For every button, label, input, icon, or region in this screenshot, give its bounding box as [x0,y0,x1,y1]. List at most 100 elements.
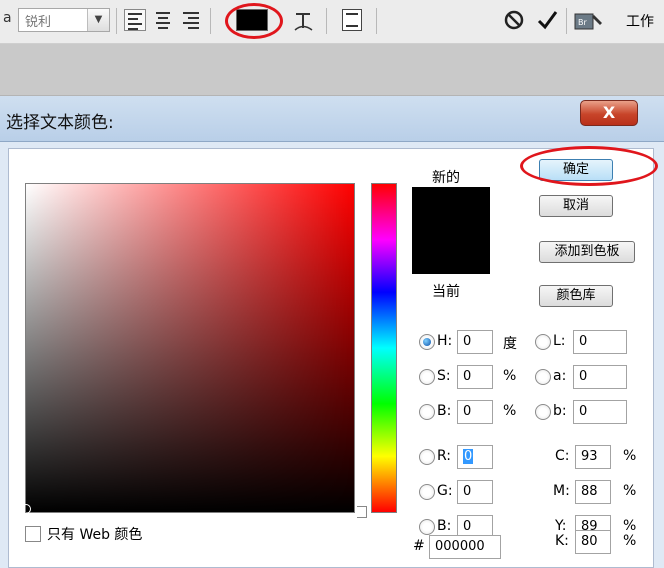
saturation-label: S: [437,368,451,384]
black-unit: % [623,533,637,549]
lightness-value: 0 [579,334,588,349]
brightness-label: B: [437,403,452,419]
antialias-value: 锐利 [25,15,52,30]
dialog-body: 只有 Web 颜色 新的 当前 确定 取消 添加到色板 颜色库 H: 0 度 S… [8,148,654,568]
panel-icon [346,13,358,27]
magenta-label: M: [553,483,570,499]
current-color-preview[interactable] [412,231,490,274]
hex-value: 000000 [435,539,485,554]
brightness-value: 0 [463,404,472,419]
blue-label: B: [437,518,452,534]
b-channel-field[interactable]: 0 [573,400,627,424]
hue-unit: 度 [503,336,517,352]
commit-edit-button[interactable] [536,9,558,31]
align-center-button[interactable] [152,9,174,31]
chevron-down-icon[interactable]: ▼ [87,9,109,31]
saturation-value: 0 [463,369,472,384]
dialog-titlebar[interactable]: 选择文本颜色: X [0,96,664,142]
radio-lightness[interactable] [535,334,551,350]
close-button[interactable]: X [580,100,638,126]
toolbar-divider [116,8,117,34]
hue-label: H: [437,333,453,349]
align-left-button[interactable] [124,9,146,31]
radio-hue[interactable] [419,334,435,350]
red-field[interactable]: 0 [457,445,493,469]
bridge-button[interactable]: Br [574,9,604,33]
black-value: 80 [581,534,598,549]
radio-green[interactable] [419,484,435,500]
toolbar-divider [376,8,377,34]
ok-highlight-ellipse [520,146,658,186]
black-field[interactable]: 80 [575,530,611,554]
warp-text-button[interactable] [292,8,316,34]
hue-value: 0 [463,334,472,349]
a-channel-label: a: [553,368,567,384]
saturation-unit: % [503,368,517,384]
lightness-field[interactable]: 0 [573,330,627,354]
a-channel-value: 0 [579,369,588,384]
green-label: G: [437,483,453,499]
b-channel-label: b: [553,403,567,419]
brightness-unit: % [503,403,517,419]
align-right-icon [180,12,202,29]
hue-slider[interactable] [371,183,397,513]
new-color-preview [412,187,490,231]
add-to-swatches-button[interactable]: 添加到色板 [539,241,635,263]
panel-gap [0,44,664,96]
svg-text:Br: Br [578,18,587,27]
magenta-field[interactable]: 88 [575,480,611,504]
character-panel-button[interactable] [342,9,362,31]
brightness-field[interactable]: 0 [457,400,493,424]
cancel-button[interactable]: 取消 [539,195,613,217]
bridge-icon: Br [574,13,602,30]
hex-label: # [413,538,425,554]
web-colors-only-label: 只有 Web 颜色 [47,527,143,543]
hue-handle-outline [357,506,367,518]
radio-blue[interactable] [419,519,435,535]
radio-red[interactable] [419,449,435,465]
toolbar-divider [210,8,211,34]
dialog-title: 选择文本颜色: [6,113,114,133]
yellow-unit: % [623,518,637,534]
cyan-unit: % [623,448,637,464]
radio-a-channel[interactable] [535,369,551,385]
antialias-select[interactable]: 锐利 ▼ [18,8,110,32]
cyan-field[interactable]: 93 [575,445,611,469]
radio-saturation[interactable] [419,369,435,385]
radio-brightness[interactable] [419,404,435,420]
warp-text-icon [294,13,313,31]
red-label: R: [437,448,452,464]
green-value: 0 [463,484,472,499]
saturation-brightness-field[interactable] [21,183,355,514]
current-color-label: 当前 [432,284,460,300]
cyan-label: C: [555,448,570,464]
magenta-value: 88 [581,484,598,499]
green-field[interactable]: 0 [457,480,493,504]
blue-value: 0 [463,519,472,534]
lightness-label: L: [553,333,566,349]
toolbar-divider [326,8,327,34]
checkmark-icon [537,11,558,30]
hue-slider-right-handle[interactable] [401,507,409,517]
cancel-edit-button[interactable] [503,9,525,31]
black-label: K: [555,533,569,549]
hex-field[interactable]: 000000 [429,535,501,559]
yellow-label: Y: [555,518,567,534]
hue-field[interactable]: 0 [457,330,493,354]
workspace-label[interactable]: 工作 [626,11,654,31]
close-icon: X [602,103,616,122]
b-channel-value: 0 [579,404,588,419]
align-right-button[interactable] [180,9,202,31]
align-left-icon [125,13,145,30]
options-toolbar: a 锐利 ▼ Br 工作 [0,0,664,44]
cancel-icon [504,10,524,30]
cyan-value: 93 [581,449,598,464]
red-value: 0 [463,449,474,464]
toolbar-divider [566,8,567,34]
radio-b-channel[interactable] [535,404,551,420]
new-color-label: 新的 [432,170,460,186]
a-channel-field[interactable]: 0 [573,365,627,389]
color-libraries-button[interactable]: 颜色库 [539,285,613,307]
saturation-field[interactable]: 0 [457,365,493,389]
web-colors-only-checkbox[interactable] [25,526,41,542]
